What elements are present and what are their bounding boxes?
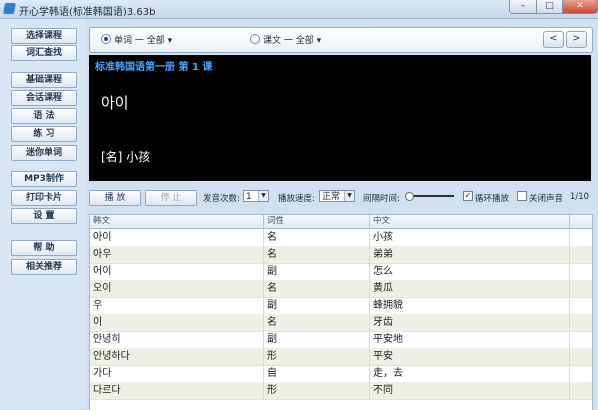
- mute-checkbox[interactable]: [517, 191, 527, 201]
- speed-label: 播放速度:: [278, 194, 315, 204]
- pos-cell: 形: [264, 382, 370, 399]
- pos-cell: 名: [264, 229, 370, 246]
- word-display: 标准韩国语第一册 第 1 课 아이 [名] 小孩: [89, 55, 591, 181]
- table-row[interactable]: 다르다 形不同: [90, 382, 592, 400]
- page-indicator: 1/10: [570, 192, 590, 202]
- prev-button[interactable]: <: [543, 31, 564, 48]
- minimize-button[interactable]: –: [509, 0, 537, 14]
- repeat-label: 发音次数:: [203, 194, 240, 204]
- chinese-cell: 小孩: [370, 229, 570, 246]
- chinese-cell: 牙齿: [370, 314, 570, 331]
- table-row[interactable]: 안녕히 副平安地: [90, 331, 592, 349]
- app-icon: [3, 3, 16, 14]
- korean-cell: 다르다: [90, 382, 264, 399]
- playback-controls: 播 放 停 止 发音次数: 1 ▼ 播放速度: 正常 ▼ 间隔时间: ✓ 循环播…: [89, 187, 591, 207]
- korean-cell: 안녕하다: [90, 348, 264, 365]
- content-selector-bar: 单词 一 全部 ▾ 课文 一 全部 ▾ < >: [89, 27, 593, 53]
- chevron-down-icon: ▾: [167, 36, 173, 46]
- word-scope-label: 单词 一 全部: [114, 36, 165, 46]
- table-row[interactable]: 이 名牙齿: [90, 314, 592, 332]
- table-row[interactable]: 안녕하다 形平安: [90, 348, 592, 366]
- korean-cell: 안녕히: [90, 331, 264, 348]
- interval-slider[interactable]: [407, 195, 454, 197]
- table-row[interactable]: 어이 副怎么: [90, 263, 592, 281]
- pos-cell: 形: [264, 348, 370, 365]
- interval-slider-handle[interactable]: [405, 192, 414, 201]
- word-radio[interactable]: [101, 34, 111, 44]
- table-row[interactable]: 우 副蜂拥貌: [90, 297, 592, 315]
- column-header-chinese[interactable]: 中文: [370, 215, 570, 228]
- practice-button[interactable]: 练 习: [11, 126, 77, 142]
- column-header-pos[interactable]: 词性: [264, 215, 370, 228]
- repeat-value: 1: [246, 192, 252, 202]
- mp3-make-button[interactable]: MP3制作: [11, 171, 77, 187]
- select-course-button[interactable]: 选择课程: [11, 28, 77, 44]
- recommend-button[interactable]: 相关推荐: [11, 259, 77, 275]
- korean-cell: 오이: [90, 280, 264, 297]
- text-scope-dropdown[interactable]: 课文 一 全部 ▾: [263, 33, 321, 46]
- pos-cell: 名: [264, 280, 370, 297]
- help-button[interactable]: 帮 助: [11, 240, 77, 256]
- column-header-korean[interactable]: 韩文: [90, 215, 264, 228]
- mini-words-button[interactable]: 迷你单词: [11, 145, 77, 161]
- chevron-down-icon: ▾: [316, 36, 322, 46]
- word-scope-dropdown[interactable]: 单词 一 全部 ▾: [114, 33, 172, 46]
- vocab-search-button[interactable]: 词汇查找: [11, 45, 77, 61]
- next-button[interactable]: >: [566, 31, 587, 48]
- speed-select[interactable]: 正常 ▼: [319, 190, 355, 202]
- loop-label: 循环播放: [475, 194, 510, 204]
- lesson-title: 标准韩国语第一册 第 1 课: [95, 62, 213, 73]
- mute-label: 关闭声音: [529, 194, 564, 204]
- table-row[interactable]: 오이 名黄瓜: [90, 280, 592, 298]
- stop-button[interactable]: 停 止: [145, 190, 197, 206]
- korean-cell: 가다: [90, 365, 264, 382]
- pos-cell: 副: [264, 263, 370, 280]
- chinese-cell: 走，去: [370, 365, 570, 382]
- pos-cell: 副: [264, 331, 370, 348]
- chinese-cell: 平安: [370, 348, 570, 365]
- title-bar: 开心学韩语(标准韩国语)3.63b – □ ✕: [0, 0, 598, 19]
- text-scope-label: 课文 一 全部: [263, 36, 314, 46]
- chevron-down-icon: ▼: [344, 191, 354, 201]
- loop-checkbox[interactable]: ✓: [463, 191, 473, 201]
- pos-cell: 名: [264, 314, 370, 331]
- basic-course-button[interactable]: 基础课程: [11, 72, 77, 88]
- korean-cell: 아이: [90, 229, 264, 246]
- table-row[interactable]: 가다 自走，去: [90, 365, 592, 383]
- window-title: 开心学韩语(标准韩国语)3.63b: [19, 7, 156, 18]
- chinese-cell: 怎么: [370, 263, 570, 280]
- settings-button[interactable]: 设 置: [11, 208, 77, 224]
- table-row[interactable]: 아우 名弟弟: [90, 246, 592, 264]
- chevron-down-icon: ▼: [258, 191, 268, 201]
- print-cards-button[interactable]: 打印卡片: [11, 190, 77, 206]
- chinese-cell: 弟弟: [370, 246, 570, 263]
- chinese-cell: 平安地: [370, 331, 570, 348]
- korean-cell: 이: [90, 314, 264, 331]
- pos-cell: 名: [264, 246, 370, 263]
- grammar-button[interactable]: 语 法: [11, 108, 77, 124]
- pos-cell: 副: [264, 297, 370, 314]
- maximize-button[interactable]: □: [536, 0, 563, 14]
- pos-cell: 自: [264, 365, 370, 382]
- table-header: 韩文 词性 中文: [90, 215, 592, 229]
- korean-word: 아이: [101, 94, 129, 112]
- play-button[interactable]: 播 放: [89, 190, 141, 206]
- conversation-course-button[interactable]: 会话课程: [11, 90, 77, 106]
- korean-cell: 아우: [90, 246, 264, 263]
- word-meaning: [名] 小孩: [101, 150, 151, 164]
- text-radio[interactable]: [250, 34, 260, 44]
- korean-cell: 우: [90, 297, 264, 314]
- sidebar: 选择课程 词汇查找 基础课程 会话课程 语 法 练 习 迷你单词 MP3制作 打…: [0, 19, 86, 409]
- chinese-cell: 不同: [370, 382, 570, 399]
- interval-label: 间隔时间:: [363, 194, 400, 204]
- repeat-select[interactable]: 1 ▼: [243, 190, 269, 202]
- korean-cell: 어이: [90, 263, 264, 280]
- speed-value: 正常: [322, 192, 341, 202]
- chinese-cell: 黄瓜: [370, 280, 570, 297]
- chinese-cell: 蜂拥貌: [370, 297, 570, 314]
- close-button[interactable]: ✕: [562, 0, 598, 14]
- word-table: 韩文 词性 中文 아이 名小孩 아우 名弟弟 어이 副怎么 오이 名黄瓜 우 副蜂拥貌 이 名牙齿 안녕…: [89, 214, 593, 410]
- table-row[interactable]: 아이 名小孩: [90, 229, 592, 247]
